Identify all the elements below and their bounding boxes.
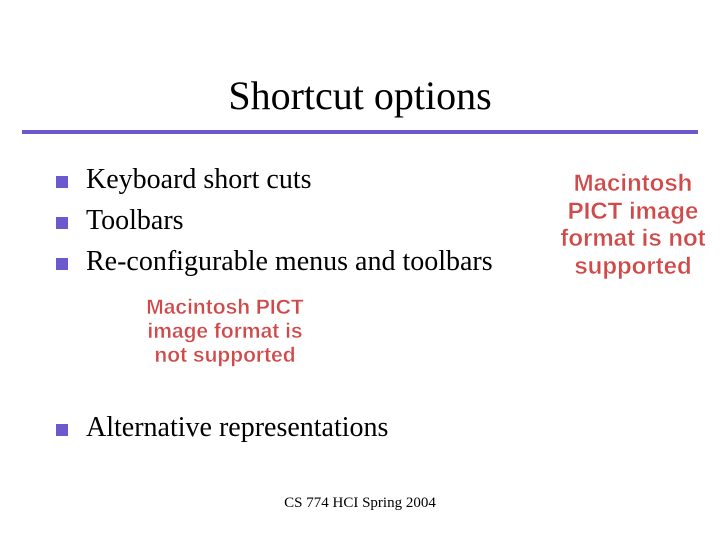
bullet-square-icon	[56, 258, 68, 270]
bullet-text: Toolbars	[86, 203, 184, 238]
bullet-square-icon	[56, 176, 68, 188]
list-item: Alternative representations	[56, 410, 388, 445]
bullet-text: Re-configurable menus and toolbars	[86, 244, 493, 279]
slide: Shortcut options Keyboard short cuts Too…	[0, 0, 720, 540]
bullet-square-icon	[56, 217, 68, 229]
missing-image-placeholder: Macintosh PICT image format is not suppo…	[130, 296, 320, 368]
slide-title: Shortcut options	[0, 72, 720, 119]
title-underline	[22, 130, 698, 134]
missing-image-placeholder: Macintosh PICT image format is not suppo…	[548, 170, 718, 280]
slide-footer: CS 774 HCI Spring 2004	[0, 495, 720, 512]
bullet-square-icon	[56, 424, 68, 436]
bullet-text: Alternative representations	[86, 410, 388, 445]
bullet-list-secondary: Alternative representations	[56, 410, 388, 451]
bullet-text: Keyboard short cuts	[86, 162, 312, 197]
